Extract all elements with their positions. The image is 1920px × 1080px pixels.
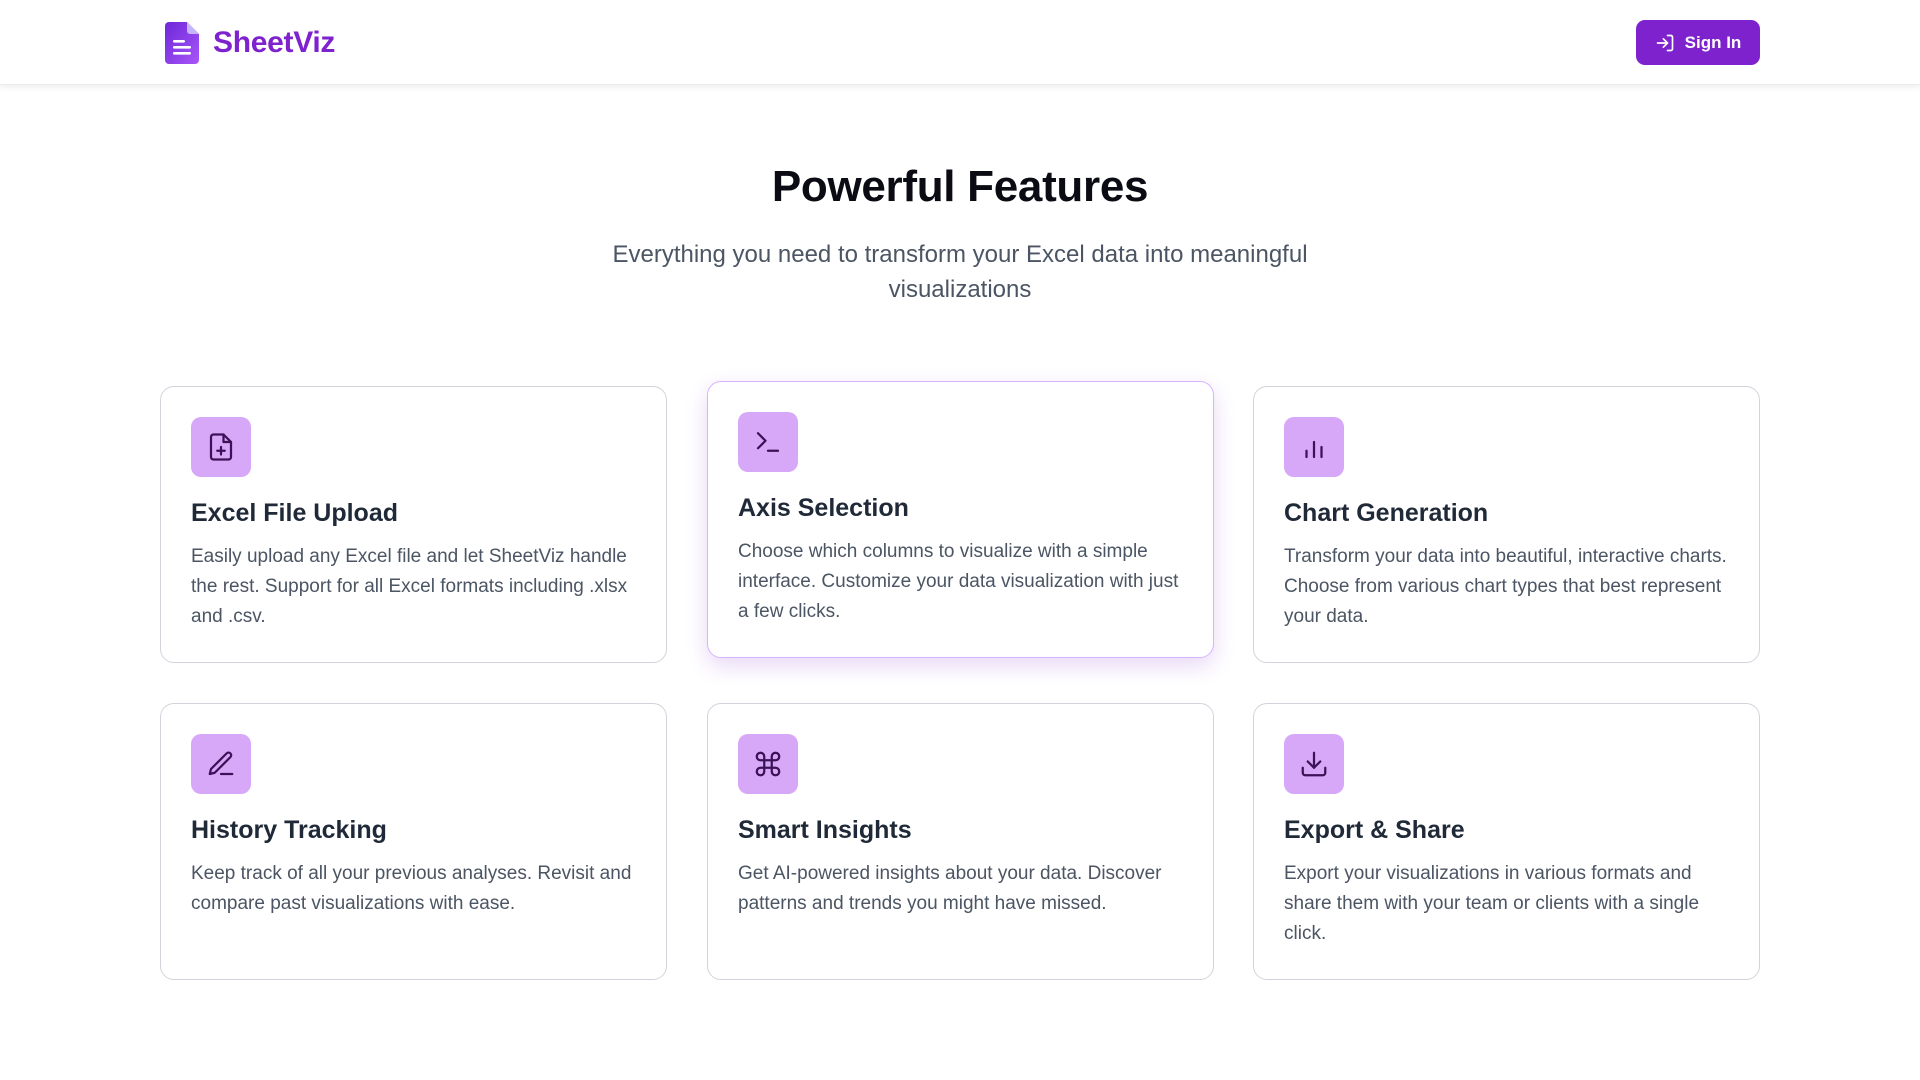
download-icon <box>1284 734 1344 794</box>
feature-title: Export & Share <box>1284 816 1465 844</box>
feature-description: Transform your data into beautiful, inte… <box>1284 546 1727 627</box>
document-logo-icon <box>165 22 199 64</box>
feature-card-history-tracking: History Tracking Keep track of all your … <box>160 703 667 980</box>
terminal-icon <box>738 412 798 472</box>
feature-description: Keep track of all your previous analyses… <box>191 863 632 914</box>
brand-name: SheetViz <box>213 26 336 59</box>
sign-in-button[interactable]: Sign In <box>1636 20 1760 65</box>
feature-card-excel-upload: Excel File Upload Easily upload any Exce… <box>160 386 667 663</box>
brand-logo-link[interactable]: SheetViz <box>165 20 335 66</box>
feature-description: Export your visualizations in various fo… <box>1284 863 1700 944</box>
pen-icon <box>191 734 251 794</box>
feature-card-export-share: Export & Share Export your visualization… <box>1253 703 1760 980</box>
feature-card-smart-insights: Smart Insights Get AI-powered insights a… <box>707 703 1214 980</box>
top-navbar: SheetViz Sign In <box>0 0 1920 85</box>
feature-card-chart-generation: Chart Generation Transform your data int… <box>1253 386 1760 663</box>
feature-card-axis-selection: Axis Selection Choose which columns to v… <box>707 381 1214 658</box>
command-icon <box>738 734 798 794</box>
feature-title: Axis Selection <box>738 494 909 522</box>
file-plus-icon <box>191 417 251 477</box>
log-in-icon <box>1656 34 1673 51</box>
section-subtitle: Everything you need to transform your Ex… <box>612 241 1308 303</box>
feature-description: Easily upload any Excel file and let She… <box>191 546 628 627</box>
sign-in-label: Sign In <box>1684 32 1742 52</box>
feature-title: Excel File Upload <box>191 499 399 527</box>
feature-title: Smart Insights <box>738 816 912 844</box>
feature-title: History Tracking <box>191 816 387 844</box>
feature-title: Chart Generation <box>1284 499 1489 527</box>
feature-description: Choose which columns to visualize with a… <box>738 541 1179 622</box>
bar-chart-icon <box>1284 417 1344 477</box>
feature-description: Get AI-powered insights about your data.… <box>738 863 1162 914</box>
section-title: Powerful Features <box>771 162 1149 211</box>
